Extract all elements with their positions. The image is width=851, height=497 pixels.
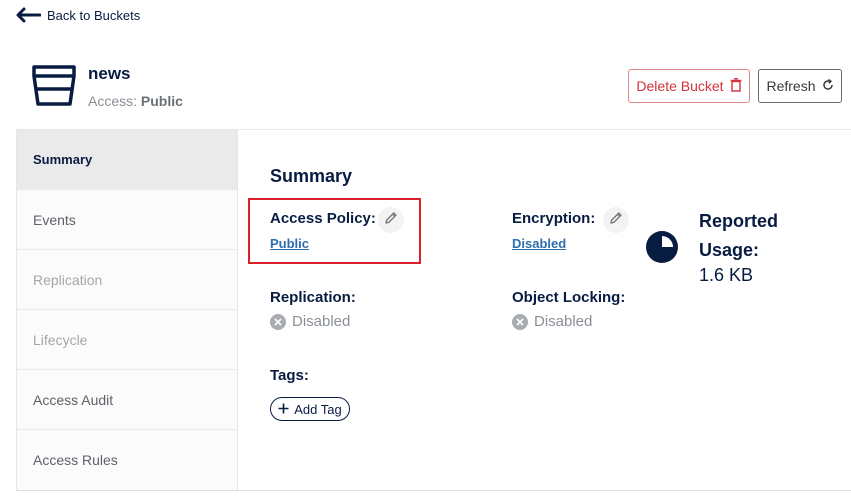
trash-icon xyxy=(730,77,742,95)
bucket-icon xyxy=(30,62,78,108)
refresh-button[interactable]: Refresh xyxy=(758,69,842,103)
footer-divider xyxy=(16,490,851,491)
bucket-sidebar: Summary Events Replication Lifecycle Acc… xyxy=(16,129,238,491)
encryption-label: Encryption: xyxy=(512,210,596,227)
encryption-link[interactable]: Disabled xyxy=(512,236,566,251)
arrow-left-icon xyxy=(15,7,41,23)
sidebar-item-summary[interactable]: Summary xyxy=(17,130,237,190)
object-locking-status: Disabled xyxy=(512,313,592,330)
header-divider xyxy=(237,129,851,130)
replication-status: Disabled xyxy=(270,313,350,330)
add-tag-label: Add Tag xyxy=(294,401,342,417)
replication-label: Replication: xyxy=(270,289,356,306)
sidebar-item-access-audit[interactable]: Access Audit xyxy=(17,370,237,430)
back-link-label: Back to Buckets xyxy=(47,7,141,23)
delete-bucket-label: Delete Bucket xyxy=(636,78,724,94)
sidebar-item-replication: Replication xyxy=(17,250,237,310)
object-locking-value: Disabled xyxy=(534,313,593,330)
highlight-box xyxy=(248,198,421,264)
bucket-access: Access: Public xyxy=(88,93,183,109)
plus-icon xyxy=(278,402,289,417)
object-locking-label: Object Locking: xyxy=(512,289,626,306)
x-circle-icon xyxy=(270,313,286,330)
reported-usage-title: Reported Usage: xyxy=(699,211,779,260)
bucket-access-value: Public xyxy=(140,93,183,109)
refresh-icon xyxy=(822,78,834,94)
replication-value: Disabled xyxy=(292,313,351,330)
tags-label: Tags: xyxy=(270,367,309,384)
delete-bucket-button[interactable]: Delete Bucket xyxy=(628,69,750,103)
x-circle-icon xyxy=(512,313,528,330)
sidebar-item-events[interactable]: Events xyxy=(17,190,237,250)
summary-title: Summary xyxy=(270,166,353,186)
back-to-buckets-link[interactable]: Back to Buckets xyxy=(15,6,140,24)
add-tag-button[interactable]: Add Tag xyxy=(270,397,350,421)
bucket-access-prefix: Access: xyxy=(88,93,138,109)
refresh-label: Refresh xyxy=(766,78,816,94)
pie-chart-icon xyxy=(645,230,679,264)
bucket-name: news xyxy=(88,64,131,83)
pencil-icon xyxy=(609,211,623,230)
sidebar-item-access-rules[interactable]: Access Rules xyxy=(17,430,237,490)
sidebar-item-lifecycle: Lifecycle xyxy=(17,310,237,370)
reported-usage-value: 1.6 KB xyxy=(699,265,754,285)
edit-encryption-button[interactable] xyxy=(603,207,629,233)
